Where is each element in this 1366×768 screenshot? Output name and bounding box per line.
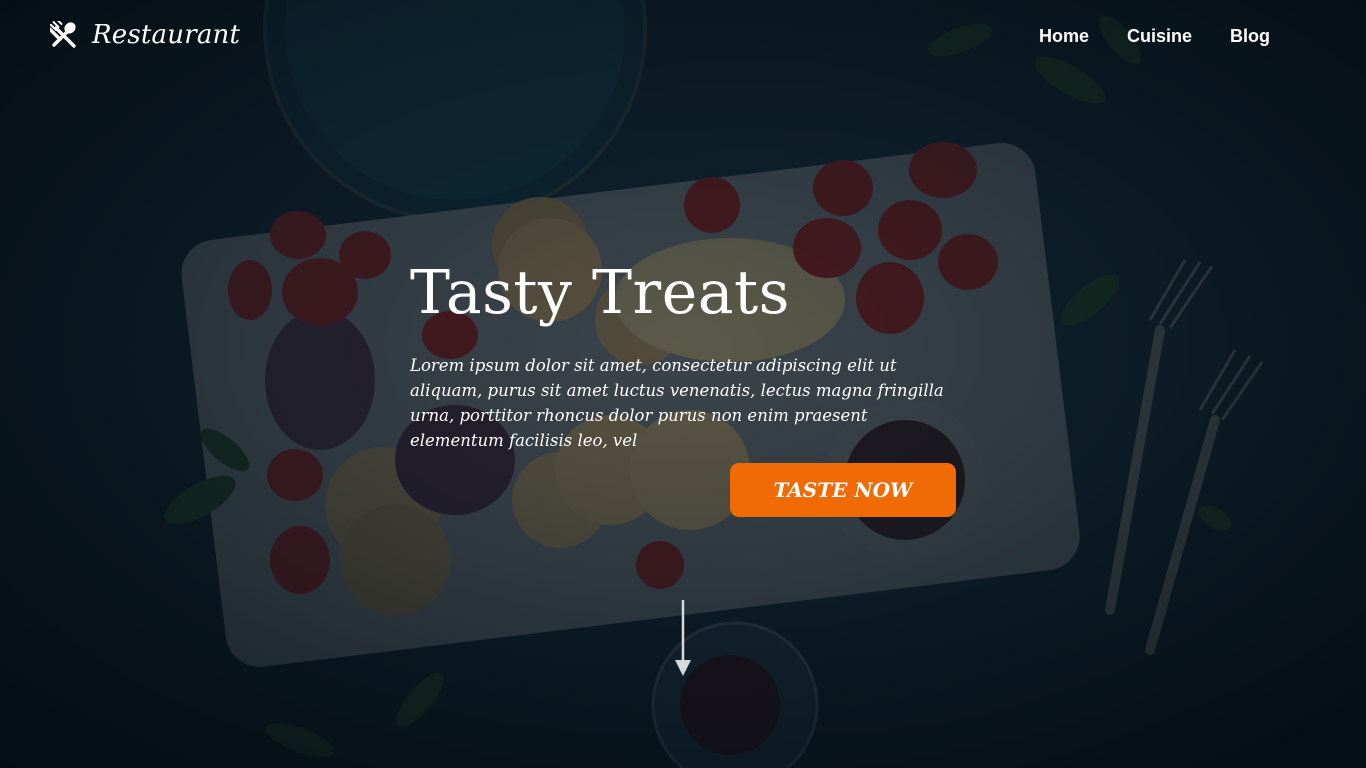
nav-link-blog[interactable]: Blog [1230,26,1270,47]
hero-title: Tasty Treats [410,258,790,328]
arrow-down-icon[interactable] [674,600,692,678]
brand-logo[interactable]: Restaurant [50,20,240,50]
main-nav: Home Cuisine Blog [1039,26,1270,47]
brand-name: Restaurant [92,20,241,50]
nav-link-cuisine[interactable]: Cuisine [1127,26,1192,47]
hero-section: Restaurant Home Cuisine Blog Tasty Treat… [0,0,1366,768]
taste-now-button[interactable]: TASTE NOW [730,463,956,517]
nav-link-home[interactable]: Home [1039,26,1089,47]
hero-description: Lorem ipsum dolor sit amet, consectetur … [410,356,944,450]
fork-spoon-icon [50,21,78,49]
